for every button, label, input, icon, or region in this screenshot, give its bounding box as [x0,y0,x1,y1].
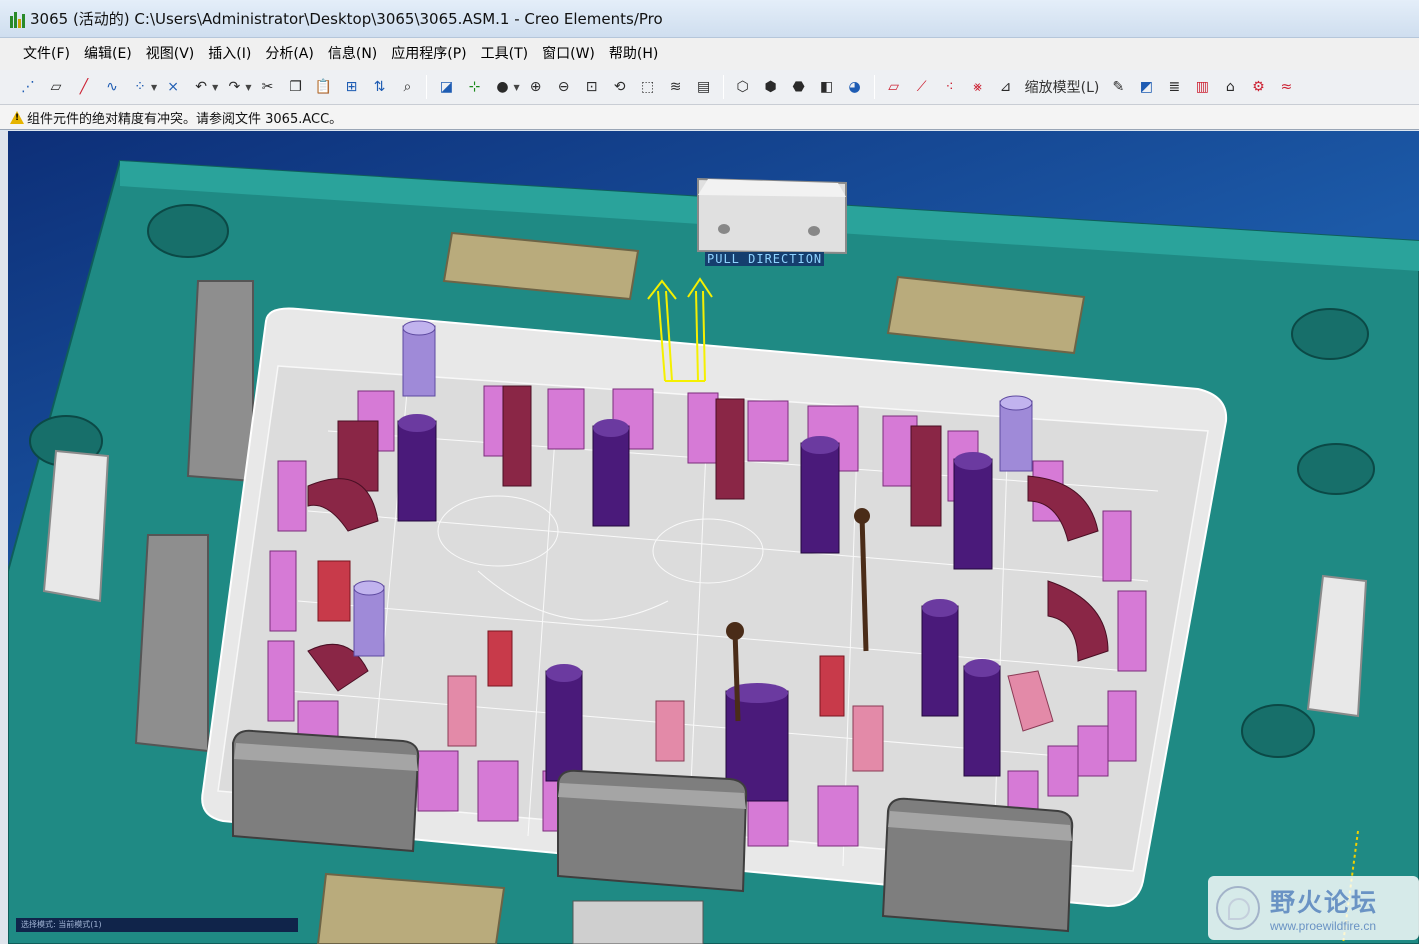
csys-display-icon[interactable]: ⨳ [966,75,990,99]
shading-icon[interactable]: ● [490,75,514,99]
saved-views-icon[interactable]: ⬚ [636,75,660,99]
redo-icon[interactable]: ↷ [222,75,246,99]
menu-info[interactable]: 信息(N) [321,38,384,70]
watermark-title: 野火论坛 [1270,888,1379,917]
chevron-down-icon[interactable]: ▼ [151,83,157,92]
cut-icon[interactable]: ✂ [255,75,279,99]
model-tree-icon[interactable]: ▤ [692,75,716,99]
datum-display-icon[interactable]: ⋰ [16,75,40,99]
menu-tools[interactable]: 工具(T) [474,38,535,70]
point-icon[interactable]: ⁘ [128,75,152,99]
regenerate-icon[interactable]: ⇅ [367,75,391,99]
paste-special-icon[interactable]: ⊞ [339,75,363,99]
sketch-icon[interactable]: ◩ [1134,75,1158,99]
wireframe-icon[interactable]: ⬡ [731,75,755,99]
datum-axis-display-icon[interactable]: ⟋ [910,75,934,99]
message-text: 组件元件的绝对精度有冲突。请参阅文件 3065.ACC。 [27,111,343,127]
chevron-down-icon[interactable]: ▼ [513,83,519,92]
toolbar-separator [426,75,428,99]
axis-icon[interactable]: ╱ [72,75,96,99]
zoom-out-icon[interactable]: ⊖ [552,75,576,99]
side-clamp-left [186,280,254,483]
side-block-left [42,449,110,603]
layers-icon[interactable]: ≋ [664,75,688,99]
shaded-icon[interactable]: ◧ [815,75,839,99]
watermark-url: www.proewildfire.cn [1270,919,1377,933]
point-display-icon[interactable]: ⁖ [938,75,962,99]
plane-icon[interactable]: ▱ [44,75,68,99]
title-bar: 3065 (活动的) C:\Users\Administrator\Deskto… [0,0,1419,38]
side-clamp-left-2 [134,534,209,753]
no-hidden-icon[interactable]: ⬣ [787,75,811,99]
status-strip: 选择模式: 当前模式(1) [16,918,298,932]
spin-center-icon[interactable]: ⊹ [462,75,486,99]
warning-icon: ! [10,110,24,124]
viewport-left-border [0,131,8,944]
repaint-icon[interactable]: ◪ [434,75,458,99]
zoom-model-button[interactable]: 缩放模型(L) [1025,77,1100,97]
zoom-in-icon[interactable]: ⊕ [524,75,548,99]
menu-file[interactable]: 文件(F) [16,38,77,70]
guide-hole [147,204,229,258]
find-icon[interactable]: ⌕ [395,75,419,99]
reorient-icon[interactable]: ⟲ [608,75,632,99]
datum-plane-display-icon[interactable]: ▱ [882,75,906,99]
forum-logo-icon [1216,886,1260,930]
pull-direction-label: PULL DIRECTION [705,252,825,266]
menu-view[interactable]: 视图(V) [139,38,202,70]
draw-icon[interactable]: ✎ [1106,75,1130,99]
analysis-icon[interactable]: ⚙ [1246,75,1270,99]
graphics-viewport[interactable]: PULL DIRECTION 选择模式: 当前模式(1) 野火论坛 www.pr… [8,131,1419,944]
curve-icon[interactable]: ∿ [100,75,124,99]
mold-icon[interactable]: ⌂ [1218,75,1242,99]
paste-icon[interactable]: 📋 [311,75,335,99]
color-icon[interactable]: ▥ [1190,75,1214,99]
menu-edit[interactable]: 编辑(E) [77,38,139,70]
guide-hole [1297,443,1375,495]
guide-hole [1291,308,1369,360]
menu-applications[interactable]: 应用程序(P) [384,38,473,70]
guide-hole [1241,704,1315,758]
main-toolbar: ⋰ ▱ ╱ ∿ ⁘ ▼ ⨯ ↶ ▼ ↷ ▼ ✂ ❐ 📋 ⊞ ⇅ ⌕ ◪ ⊹ ● ▼ ⊕ … [0,70,1419,105]
window-title: 3065 (活动的) C:\Users\Administrator\Deskto… [30,10,663,28]
message-bar: ! 组件元件的绝对精度有冲突。请参阅文件 3065.ACC。 [0,105,1419,130]
forum-watermark: 野火论坛 www.proewildfire.cn [1208,876,1419,940]
chevron-down-icon[interactable]: ▼ [212,83,218,92]
menu-analysis[interactable]: 分析(A) [258,38,321,70]
undo-icon[interactable]: ↶ [189,75,213,99]
menu-insert[interactable]: 插入(I) [201,38,258,70]
annotation-display-icon[interactable]: ⊿ [994,75,1018,99]
csys-icon[interactable]: ⨯ [161,75,185,99]
curvature-icon[interactable]: ≈ [1274,75,1298,99]
hidden-line-icon[interactable]: ⬢ [759,75,783,99]
chevron-down-icon[interactable]: ▼ [245,83,251,92]
menu-window[interactable]: 窗口(W) [535,38,602,70]
toolbar-separator [873,75,875,99]
enhanced-realism-icon[interactable]: ◕ [843,75,867,99]
toolbar-separator [722,75,724,99]
layer-icon[interactable]: ≣ [1162,75,1186,99]
menu-bar: 文件(F) 编辑(E) 视图(V) 插入(I) 分析(A) 信息(N) 应用程序… [0,38,1419,70]
menu-help[interactable]: 帮助(H) [602,38,665,70]
copy-icon[interactable]: ❐ [283,75,307,99]
refit-icon[interactable]: ⊡ [580,75,604,99]
creo-app-icon[interactable] [9,10,25,28]
